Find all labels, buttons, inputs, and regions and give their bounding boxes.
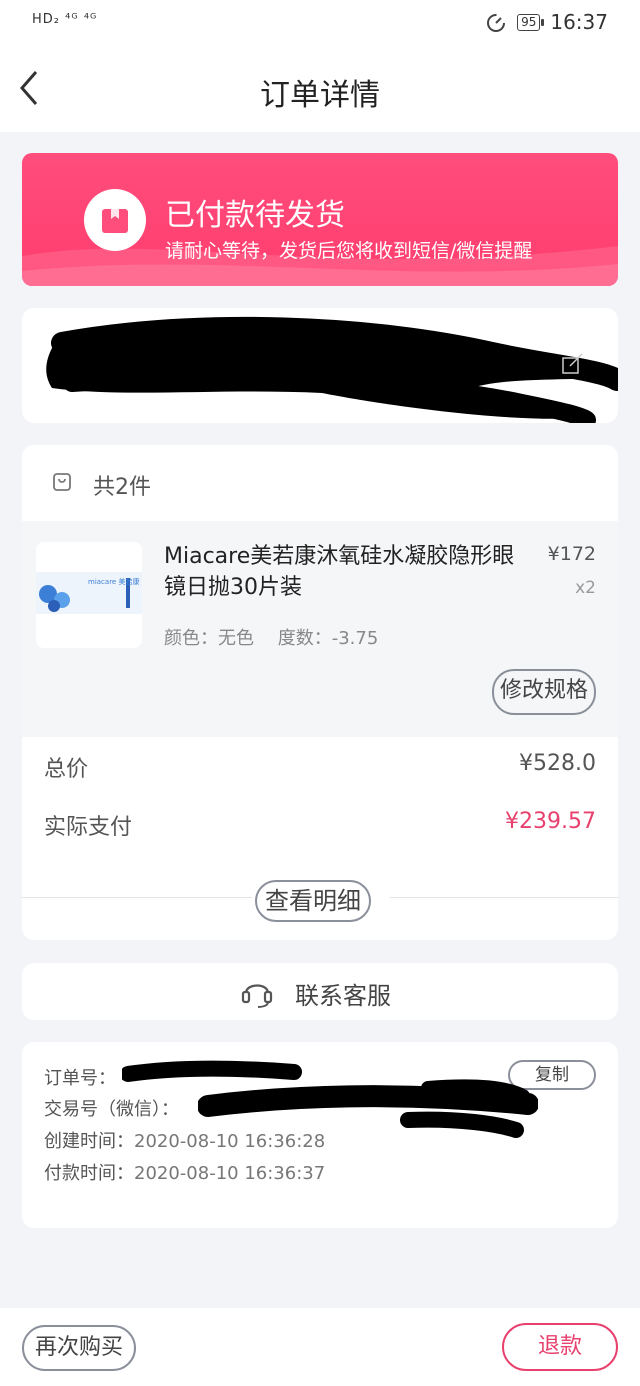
paid-value: ¥239.57	[505, 809, 596, 834]
edit-icon[interactable]	[560, 350, 586, 376]
contact-service-label: 联系客服	[295, 982, 391, 1010]
spec-power: 度数：-3.75	[277, 628, 379, 649]
created-time-row: 创建时间：2020-08-10 16:36:28	[44, 1127, 325, 1153]
product-spec: 颜色：无色 度数：-3.75	[164, 624, 396, 650]
paid-time-row: 付款时间：2020-08-10 16:36:37	[44, 1159, 325, 1185]
address-card[interactable]	[22, 308, 618, 423]
paid-label: 实际支付	[44, 815, 133, 840]
spec-color: 颜色：无色	[164, 628, 254, 649]
modify-spec-button[interactable]: 修改规格	[491, 669, 596, 715]
refund-button[interactable]: 退款	[502, 1323, 618, 1371]
product-price: ¥172	[547, 543, 596, 565]
buy-again-button[interactable]: 再次购买	[22, 1325, 136, 1371]
redaction-scribble	[46, 316, 618, 423]
trade-number-row: 交易号（微信）：	[44, 1095, 179, 1121]
status-title: 已付款待发货	[165, 198, 345, 233]
goods-count: 共2件	[93, 475, 151, 500]
page-title: 订单详情	[260, 78, 380, 113]
divider-right	[390, 897, 618, 898]
created-time-value: 2020-08-10 16:36:28	[134, 1131, 326, 1152]
product-box-image: miacare 美若康	[36, 572, 142, 614]
bottom-action-bar: 再次购买 退款	[0, 1308, 640, 1386]
network-indicators: HD₂ ⁴ᴳ ⁴ᴳ	[32, 12, 98, 27]
contact-service-button[interactable]: 联系客服	[22, 963, 618, 1020]
headset-icon	[241, 984, 273, 1008]
trade-number-label: 交易号（微信）：	[44, 1099, 179, 1120]
status-bar: HD₂ ⁴ᴳ ⁴ᴳ 95 16:37	[0, 0, 640, 46]
thumb-brand-text: miacare 美若康	[88, 577, 139, 586]
created-time-label: 创建时间：	[44, 1131, 134, 1152]
status-icon-circle	[84, 189, 146, 251]
order-status-banner: 已付款待发货 请耐心等待，发货后您将收到短信/微信提醒	[22, 153, 618, 286]
order-info-card: 订单号： 复制 交易号（微信）： 创建时间：2020-08-10 16:36:2…	[22, 1042, 618, 1228]
goods-item[interactable]: miacare 美若康 Miacare美若康沐氧硅水凝胶隐形眼镜日抛30片装 ¥…	[22, 521, 618, 737]
product-quantity: x2	[575, 578, 596, 598]
clock: 16:37	[550, 10, 608, 34]
paid-time-value: 2020-08-10 16:36:37	[134, 1163, 326, 1184]
goods-header: 共2件	[22, 445, 618, 521]
paid-time-label: 付款时间：	[44, 1163, 134, 1184]
total-label: 总价	[44, 757, 89, 782]
total-value: ¥528.0	[519, 751, 596, 776]
view-details-button[interactable]: 查看明细	[255, 880, 371, 922]
divider-left	[22, 897, 252, 898]
product-name[interactable]: Miacare美若康沐氧硅水凝胶隐形眼镜日抛30片装	[164, 541, 534, 603]
goods-card: 共2件 miacare 美若康 Miacare美若康沐氧硅水凝胶隐形眼镜日抛30…	[22, 445, 618, 940]
order-number-row: 订单号：	[44, 1064, 116, 1090]
status-right: 95 16:37	[485, 10, 608, 34]
battery-level: 95	[517, 13, 545, 31]
product-thumbnail[interactable]: miacare 美若康	[36, 542, 142, 648]
bag-icon	[53, 473, 71, 491]
status-subtitle: 请耐心等待，发货后您将收到短信/微信提醒	[165, 240, 533, 262]
order-number-label: 订单号：	[44, 1068, 116, 1089]
speed-meter-icon	[487, 14, 506, 32]
package-icon	[102, 209, 128, 233]
nav-bar: 订单详情	[0, 46, 640, 132]
